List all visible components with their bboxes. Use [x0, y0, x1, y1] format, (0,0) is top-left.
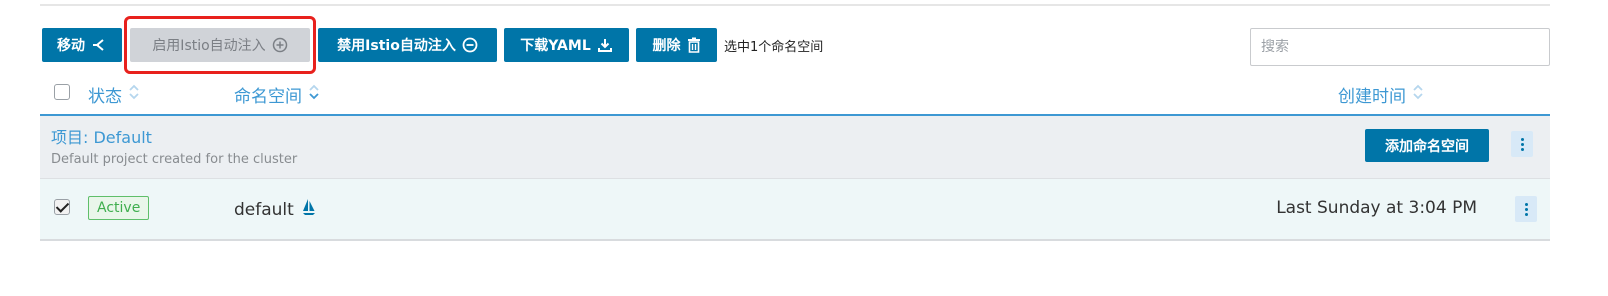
column-header-namespace[interactable]: 命名空间	[234, 82, 320, 107]
download-icon	[597, 37, 613, 53]
namespace-cell: default	[234, 198, 316, 221]
table-header: 状态 命名空间 创建时间	[40, 76, 1550, 116]
add-namespace-button[interactable]: 添加命名空间	[1365, 129, 1489, 162]
table-row: Active default Last Sunday at 3:04 PM	[40, 179, 1550, 241]
delete-button[interactable]: 删除	[636, 28, 717, 62]
disable-istio-injection-button[interactable]: 禁用Istio自动注入	[318, 28, 497, 62]
project-description: Default project created for the cluster	[51, 152, 298, 167]
move-button-label: 移动	[57, 38, 85, 54]
minus-circle-icon	[462, 37, 478, 53]
sort-icon	[128, 83, 140, 106]
column-header-created[interactable]: 创建时间	[1338, 82, 1424, 107]
column-header-created-label: 创建时间	[1338, 87, 1406, 107]
sort-icon	[1412, 83, 1424, 106]
column-header-state-label: 状态	[88, 87, 122, 107]
plus-circle-icon	[272, 37, 288, 53]
sort-icon	[308, 83, 320, 106]
selection-count: 选中1个命名空间	[724, 40, 824, 55]
select-all-checkbox[interactable]	[54, 84, 70, 100]
download-yaml-button[interactable]: 下载YAML	[504, 28, 629, 62]
namespace-name[interactable]: default	[234, 200, 294, 220]
kebab-menu-icon[interactable]	[1511, 131, 1533, 157]
sail-icon	[302, 198, 316, 221]
move-icon	[91, 37, 107, 53]
enable-istio-injection-label: 启用Istio自动注入	[152, 38, 266, 54]
status-badge: Active	[88, 196, 150, 220]
download-yaml-label: 下载YAML	[520, 38, 591, 54]
enable-istio-injection-button[interactable]: 启用Istio自动注入	[130, 28, 310, 62]
project-group-header: 项目: Default Default project created for …	[40, 116, 1550, 179]
move-button[interactable]: 移动	[42, 28, 122, 62]
delete-button-label: 删除	[652, 38, 681, 54]
column-header-state[interactable]: 状态	[88, 82, 140, 107]
project-title[interactable]: 项目: Default	[51, 124, 152, 148]
kebab-menu-icon[interactable]	[1515, 196, 1537, 222]
disable-istio-injection-label: 禁用Istio自动注入	[337, 38, 456, 54]
trash-icon	[687, 37, 701, 53]
row-checkbox[interactable]	[54, 199, 70, 215]
search-input[interactable]	[1250, 28, 1550, 66]
column-header-namespace-label: 命名空间	[234, 87, 302, 107]
created-timestamp: Last Sunday at 3:04 PM	[1276, 198, 1477, 218]
top-divider	[40, 4, 1550, 6]
